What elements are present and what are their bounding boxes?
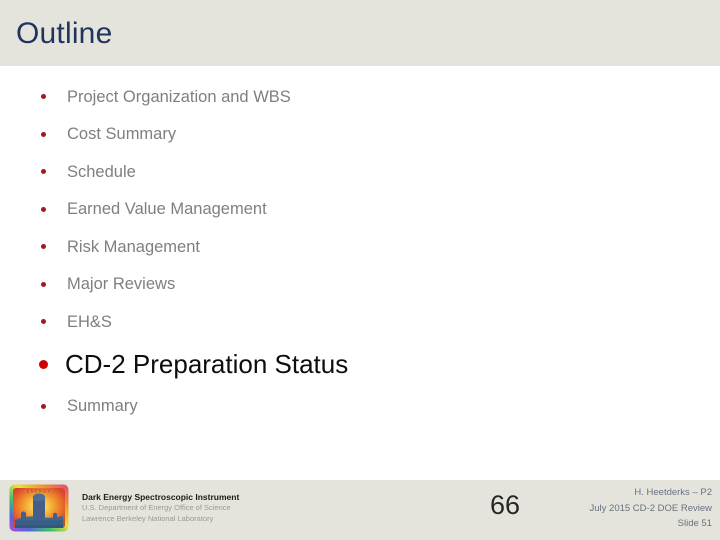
list-item: Project Organization and WBS xyxy=(0,78,720,116)
list-item: EH&S xyxy=(0,303,720,341)
list-item-label: Earned Value Management xyxy=(67,200,267,219)
list-item: Summary xyxy=(0,388,720,426)
footer-sponsor: U.S. Department of Energy Office of Scie… xyxy=(82,503,231,512)
list-item-label: EH&S xyxy=(67,312,112,331)
list-item-label: CD-2 Preparation Status xyxy=(65,349,349,379)
bullet-icon xyxy=(41,206,46,212)
footer-organization-name: Dark Energy Spectroscopic Instrument xyxy=(82,492,240,502)
list-item-label: Schedule xyxy=(67,162,136,181)
desi-observatory-logo-icon: ENERGY xyxy=(9,484,69,532)
outline-list: Project Organization and WBS Cost Summar… xyxy=(0,78,720,425)
bullet-icon xyxy=(41,244,46,250)
footer-laboratory: Lawrence Berkeley National Laboratory xyxy=(82,513,214,523)
footer-presenter: H. Heetderks – P2 xyxy=(634,487,712,498)
list-item-label: Summary xyxy=(67,397,138,416)
list-item: Earned Value Management xyxy=(0,191,720,229)
list-item-label: Cost Summary xyxy=(67,125,177,144)
list-item-highlighted: CD-2 Preparation Status xyxy=(0,341,720,388)
bullet-icon xyxy=(41,169,46,175)
list-item: Major Reviews xyxy=(0,266,720,304)
footer-event: July 2015 CD-2 DOE Review xyxy=(589,502,713,514)
footer-organization: Dark Energy Spectroscopic Instrument U.S… xyxy=(82,492,382,524)
list-item-label: Project Organization and WBS xyxy=(67,87,291,106)
logo-caption-text: ENERGY xyxy=(27,489,51,494)
list-item-label: Risk Management xyxy=(67,237,200,256)
page-title: Outline xyxy=(16,17,113,50)
bullet-icon xyxy=(41,319,46,325)
footer-meta: H. Heetderks – P2 July 2015 CD-2 DOE Rev… xyxy=(412,485,713,532)
bullet-icon xyxy=(41,94,46,100)
list-item: Cost Summary xyxy=(0,116,720,154)
footer-slide-label: Slide 51 xyxy=(677,518,712,529)
bullet-icon xyxy=(39,359,48,369)
bullet-icon xyxy=(41,403,46,409)
bullet-icon xyxy=(41,281,46,287)
bullet-icon xyxy=(41,131,46,137)
list-item: Risk Management xyxy=(0,228,720,266)
slide: Outline Project Organization and WBS Cos… xyxy=(0,0,720,540)
list-item: Schedule xyxy=(0,153,720,191)
list-item-label: Major Reviews xyxy=(67,275,176,294)
